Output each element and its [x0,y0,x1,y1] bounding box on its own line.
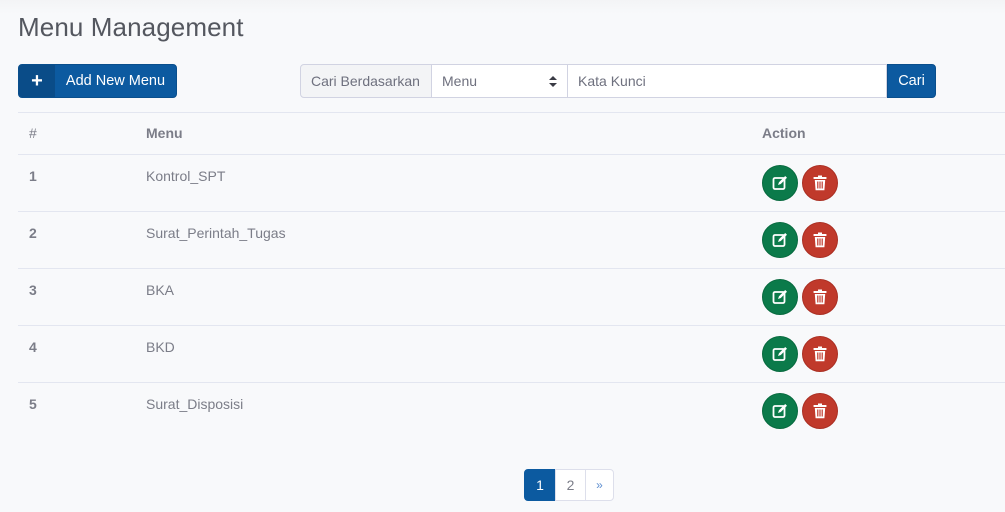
table-row: 3 BKA [18,268,1005,326]
row-number: 4 [18,325,146,383]
search-field-select[interactable]: Menu [432,64,568,98]
search-submit-button[interactable]: Cari [887,64,936,98]
row-actions [762,268,1005,326]
search-field-selected: Menu [442,73,478,89]
edit-icon [772,346,788,362]
table-row: 1 Kontrol_SPT [18,154,1005,212]
add-new-menu-label: Add New Menu [65,73,166,89]
edit-button[interactable] [762,165,798,201]
row-action-buttons [762,393,1005,429]
row-number: 1 [18,154,146,212]
row-action-buttons [762,336,1005,372]
page-link-1[interactable]: 1 [524,469,556,501]
trash-icon [813,289,827,305]
column-header-number: # [18,112,146,155]
plus-icon-glyph: + [31,70,43,92]
column-header-menu: Menu [146,112,762,155]
row-menu-name: Kontrol_SPT [146,154,762,212]
table-header-row: # Menu Action [18,112,1005,155]
delete-button[interactable] [802,393,838,429]
row-number: 5 [18,382,146,440]
row-number: 3 [18,268,146,326]
delete-button[interactable] [802,165,838,201]
select-caret-icon [549,75,557,87]
delete-button[interactable] [802,336,838,372]
row-menu-name: BKA [146,268,762,326]
pagination: 1 2 » [524,469,614,501]
edit-button[interactable] [762,336,798,372]
row-actions [762,325,1005,383]
add-new-menu-button[interactable]: + Add New Menu [18,64,177,98]
table-body: 1 Kontrol_SPT 2 Surat_Perintah_Tugas 3 BKA 4 BK… [18,154,1005,440]
edit-icon [772,175,788,191]
row-actions [762,382,1005,440]
row-actions [762,211,1005,269]
search-prefix-label: Cari Berdasarkan [300,64,432,98]
table-row: 2 Surat_Perintah_Tugas [18,211,1005,269]
table-row: 5 Surat_Disposisi [18,382,1005,440]
page-link-2[interactable]: 2 [555,469,586,501]
delete-button[interactable] [802,279,838,315]
page-title: Menu Management [18,12,244,42]
row-actions [762,154,1005,212]
menu-table-wrap: # Menu Action 1 Kontrol_SPT 2 Surat_Perinta… [18,112,1005,440]
trash-icon [813,403,827,419]
search-group: Cari Berdasarkan Menu Cari [300,64,936,98]
row-action-buttons [762,165,1005,201]
delete-button[interactable] [802,222,838,258]
row-menu-name: BKD [146,325,762,383]
edit-button[interactable] [762,393,798,429]
edit-icon [772,403,788,419]
trash-icon [813,232,827,248]
column-header-action: Action [762,112,1005,155]
edit-button[interactable] [762,222,798,258]
plus-icon: + [19,65,55,97]
page-next-link[interactable]: » [585,469,614,501]
row-menu-name: Surat_Disposisi [146,382,762,440]
trash-icon [813,175,827,191]
page: Menu Management + Add New Menu Cari Berd… [0,0,1005,512]
trash-icon [813,346,827,362]
edit-icon [772,232,788,248]
keyword-search-input[interactable] [568,64,887,98]
edit-button[interactable] [762,279,798,315]
row-menu-name: Surat_Perintah_Tugas [146,211,762,269]
row-number: 2 [18,211,146,269]
row-action-buttons [762,222,1005,258]
table-row: 4 BKD [18,325,1005,383]
row-action-buttons [762,279,1005,315]
toolbar: + Add New Menu Cari Berdasarkan Menu Car… [18,64,1005,98]
sort-caret-svg [549,75,557,87]
menu-table: # Menu Action 1 Kontrol_SPT 2 Surat_Perinta… [18,112,1005,440]
edit-icon [772,289,788,305]
